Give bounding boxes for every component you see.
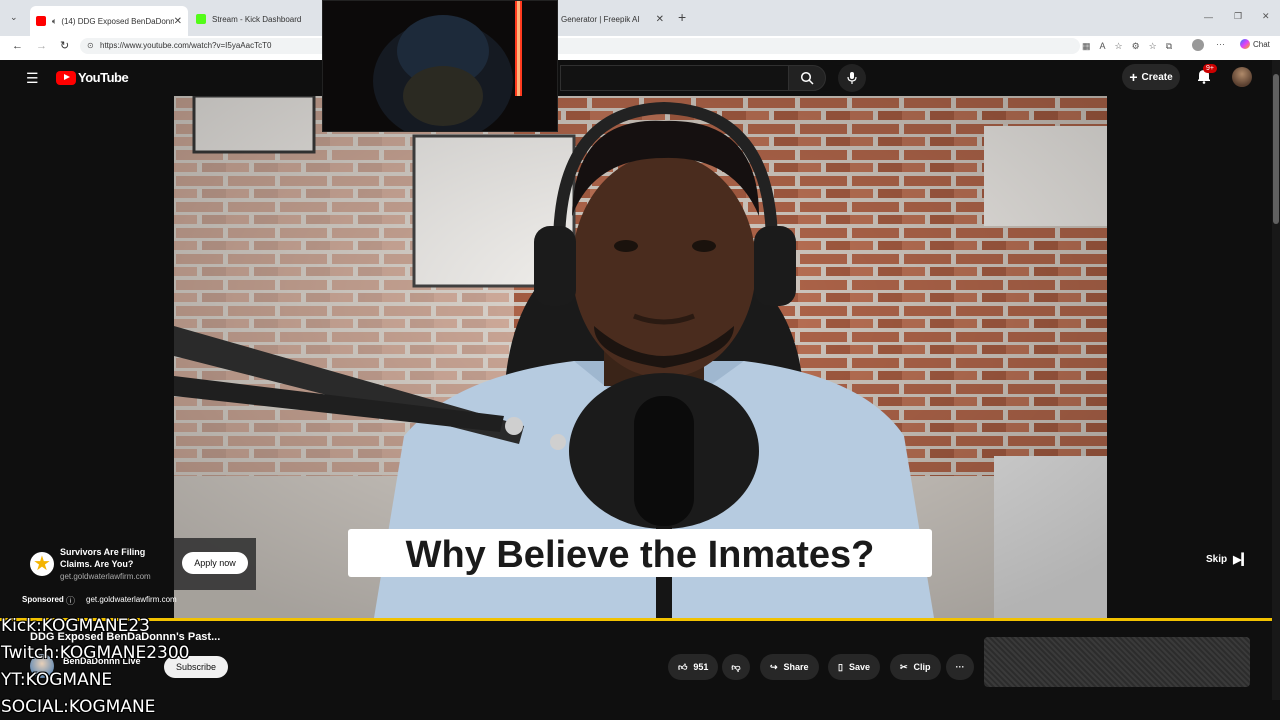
share-button[interactable]: ↪ Share (760, 654, 819, 680)
forward-icon[interactable]: → (36, 40, 47, 52)
skip-ad-button[interactable]: Skip ▶▎ (1206, 553, 1250, 566)
notification-badge: 9+ (1203, 64, 1217, 73)
tab-kick[interactable]: Stream - Kick Dashboard (190, 7, 320, 31)
create-label: Create (1141, 71, 1173, 83)
scrollbar-thumb[interactable] (1273, 74, 1279, 224)
skip-label: Skip (1206, 554, 1228, 565)
apply-now-button[interactable]: Apply now (182, 552, 248, 574)
sponsored-label: Sponsored (22, 595, 64, 604)
video-caption: Why Believe the Inmates? (405, 534, 875, 576)
youtube-logo[interactable]: YouTube (56, 70, 129, 85)
save-label: Save (848, 662, 870, 672)
thumbs-down-icon: 👎︎ (731, 661, 741, 672)
close-tab-icon[interactable]: ✕ (174, 16, 182, 27)
plus-icon: + (1129, 69, 1138, 85)
scissors-icon: ✂ (900, 661, 908, 672)
tab-label: Generator | Freepik AI (561, 14, 640, 24)
dislike-button[interactable]: 👎︎ (722, 654, 750, 680)
back-icon[interactable]: ← (12, 40, 23, 52)
hamburger-menu-icon[interactable]: ☰ (26, 70, 39, 87)
maximize-icon[interactable]: ❐ (1234, 11, 1242, 22)
create-button[interactable]: + Create (1122, 64, 1180, 90)
tab-freepik[interactable]: Generator | Freepik AI ✕ (555, 7, 670, 31)
speaker-icon: 🔈︎ (51, 15, 58, 26)
copilot-icon (1240, 39, 1250, 49)
chat-label: Chat (1253, 39, 1270, 49)
companion-ad-thumbnail[interactable] (984, 637, 1250, 687)
youtube-play-icon (56, 70, 76, 85)
clip-button[interactable]: ✂ Clip (890, 654, 941, 680)
tab-youtube[interactable]: 🔈︎ (14) DDG Exposed BenDaDonn ✕ (30, 6, 188, 36)
search-button[interactable] (788, 65, 826, 91)
overlay-social-handle: SOCIAL:KOGMANE (1, 697, 156, 717)
thumbs-up-icon: 👍︎ (678, 661, 688, 672)
close-tab-icon[interactable]: ✕ (656, 14, 664, 25)
star-icon: ★ (33, 553, 51, 575)
webcam-overlay (322, 0, 558, 132)
overlay-youtube-handle: YT:KOGMANE (1, 670, 113, 690)
bookmark-icon: ▯ (838, 661, 843, 672)
profile-avatar[interactable] (1192, 39, 1204, 51)
info-icon[interactable]: ⓘ (66, 594, 75, 607)
new-tab-button[interactable]: + (678, 9, 686, 25)
tab-list-icon[interactable]: ⌄ (10, 12, 18, 23)
like-count: 951 (693, 662, 709, 672)
ad-progress-bar[interactable] (0, 618, 1272, 621)
share-icon: ↪ (770, 661, 778, 672)
youtube-favicon-icon (36, 16, 46, 26)
overlay-twitch-handle: Twitch:KOGMANE2300 (1, 643, 190, 663)
youtube-logo-text: YouTube (78, 70, 129, 85)
url-text: https://www.youtube.com/watch?v=I5yaAacT… (100, 41, 272, 50)
search-input[interactable] (560, 65, 788, 91)
share-label: Share (783, 662, 809, 672)
skip-icon: ▶▎ (1233, 554, 1251, 566)
more-menu-icon[interactable]: ··· (1216, 39, 1225, 49)
save-button[interactable]: ▯ Save (828, 654, 880, 680)
refresh-icon[interactable]: ↻ (60, 39, 69, 52)
copilot-chat-button[interactable]: Chat (1240, 39, 1270, 49)
microphone-icon (847, 72, 857, 84)
more-actions-button[interactable]: ··· (946, 654, 974, 680)
webcam-feed (323, 1, 557, 131)
toolbar-icons[interactable]: ▦A☆⚙☆⧉ (1082, 41, 1181, 52)
tab-label: Stream - Kick Dashboard (212, 14, 302, 24)
page-scrollbar[interactable] (1272, 60, 1280, 700)
ad-headline[interactable]: Survivors Are Filing Claims. Are You? (60, 546, 170, 570)
url-field[interactable]: ⊙ https://www.youtube.com/watch?v=I5yaAa… (80, 38, 1080, 54)
video-player[interactable]: Why Believe the Inmates? (174, 96, 1107, 618)
advertiser-logo[interactable]: ★ (30, 552, 54, 576)
site-info-icon[interactable]: ⊙ (87, 38, 94, 54)
notifications-button[interactable]: 9+ (1196, 64, 1217, 89)
clip-label: Clip (913, 662, 931, 672)
kick-favicon-icon (196, 14, 206, 24)
ad-domain[interactable]: get.goldwaterlawfirm.com (60, 572, 151, 581)
account-avatar[interactable] (1232, 67, 1252, 87)
tab-label: (14) DDG Exposed BenDaDonn (61, 16, 174, 26)
browser-tab-bar: ⌄ 🔈︎ (14) DDG Exposed BenDaDonn ✕ Stream… (0, 0, 1280, 36)
overlay-kick-handle: Kick:KOGMANE23 (1, 616, 150, 636)
voice-search-button[interactable] (838, 64, 866, 92)
minimize-icon[interactable]: — (1204, 12, 1213, 22)
more-horizontal-icon: ··· (955, 662, 965, 672)
sponsored-domain[interactable]: get.goldwaterlawfirm.com (86, 595, 177, 604)
like-button[interactable]: 👍︎ 951 (668, 654, 719, 680)
close-window-icon[interactable]: ✕ (1262, 11, 1270, 22)
search-icon (800, 71, 814, 85)
